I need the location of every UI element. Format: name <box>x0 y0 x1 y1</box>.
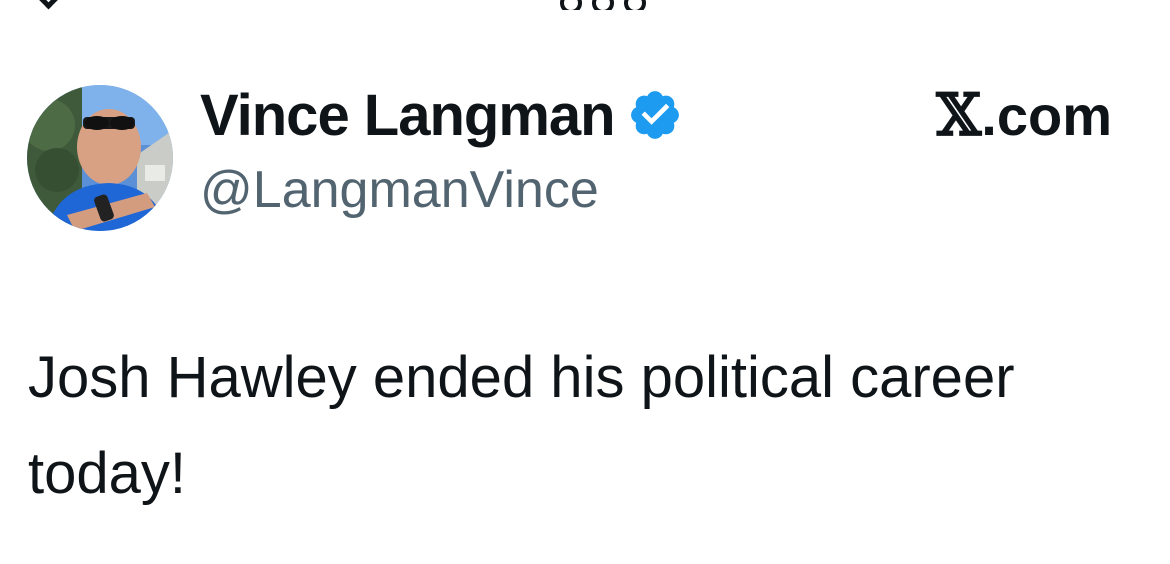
tweet-text: Josh Hawley ended his political career t… <box>28 345 1015 506</box>
more-options-icon[interactable] <box>560 0 646 10</box>
chevron-down-icon[interactable] <box>33 0 64 10</box>
author-handle[interactable]: @LangmanVince <box>200 160 599 220</box>
avatar[interactable] <box>27 85 173 231</box>
verified-badge-icon <box>627 87 683 143</box>
brand-suffix: .com <box>981 83 1112 147</box>
profile-photo-icon <box>27 85 173 231</box>
display-name[interactable]: Vince Langman <box>200 82 616 149</box>
x-logo-icon: 𝕏 <box>936 81 982 149</box>
brand-logo: 𝕏 .com <box>936 80 1112 150</box>
author-name-row[interactable]: Vince Langman <box>200 80 683 150</box>
cropped-toolbar-fragment <box>0 0 1170 10</box>
